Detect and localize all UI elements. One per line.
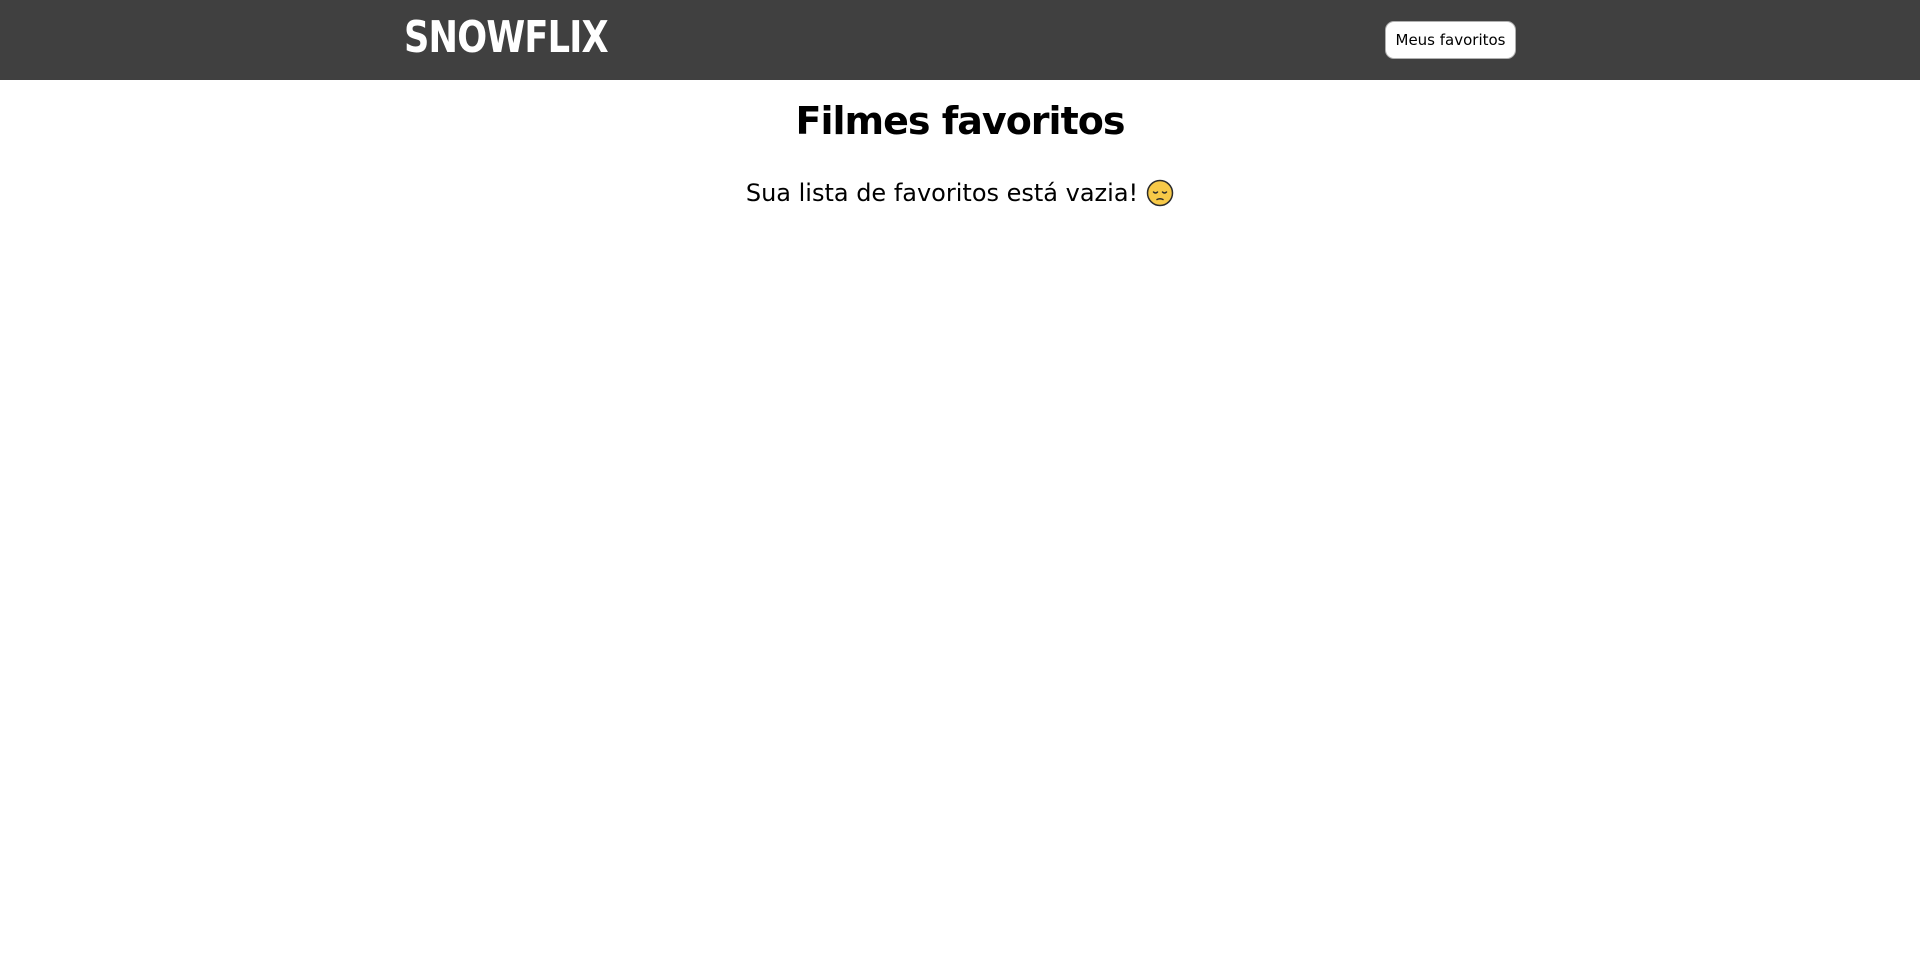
site-header: SNOWFLIX Meus favoritos <box>0 0 1920 80</box>
brand-logo-link[interactable]: SNOWFLIX <box>404 12 609 64</box>
page-title: Filmes favoritos <box>795 99 1126 143</box>
empty-list-message: Sua lista de favoritos está vazia! <box>746 178 1174 208</box>
empty-message-text: Sua lista de favoritos está vazia! <box>745 179 1139 207</box>
favorites-page: Filmes favoritos Sua lista de favoritos … <box>0 80 1920 208</box>
my-favorites-button[interactable]: Meus favoritos <box>1385 21 1516 59</box>
pensive-face-icon <box>1146 179 1174 207</box>
